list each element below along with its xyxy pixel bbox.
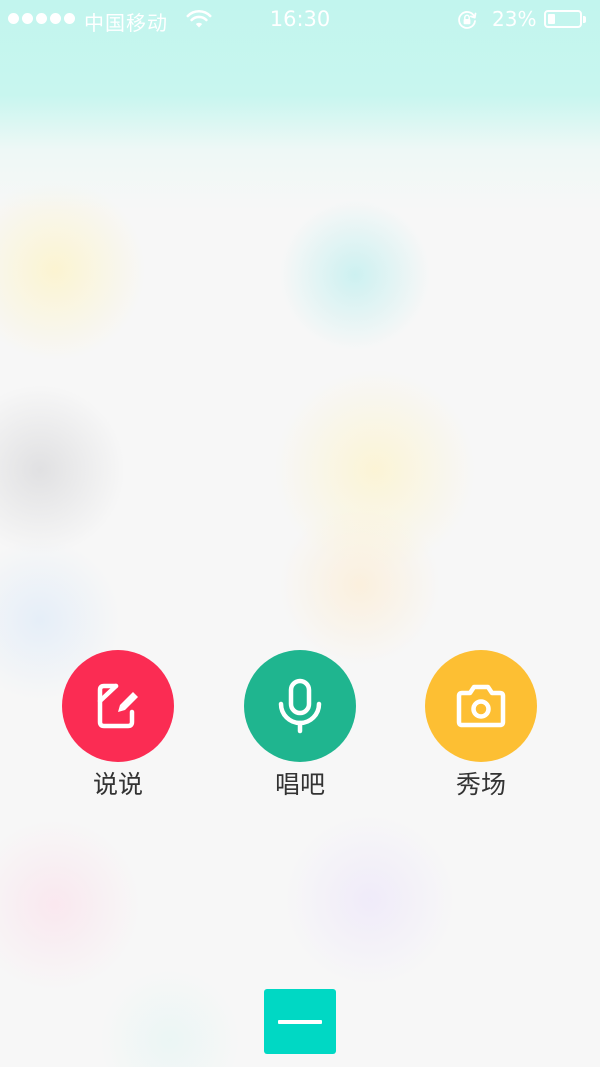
close-menu-button[interactable] [264, 989, 336, 1054]
battery-level-fill [548, 14, 555, 24]
changba-label: 唱吧 [274, 770, 325, 799]
action-changba[interactable]: 唱吧 [244, 650, 356, 800]
shuoshuo-label: 说说 [92, 770, 143, 799]
battery-percent: 23% [492, 7, 537, 31]
rotation-lock-icon [458, 11, 477, 29]
minus-icon [278, 1019, 322, 1024]
camera-icon [456, 684, 506, 728]
action-xiuchang[interactable]: 秀场 [425, 650, 537, 800]
status-bar: 中国移动 16:30 23% [0, 0, 600, 40]
blurred-background [0, 0, 600, 1067]
changba-button[interactable] [244, 650, 356, 762]
microphone-icon [278, 678, 322, 734]
action-shuoshuo[interactable]: 说说 [62, 650, 174, 800]
xiuchang-label: 秀场 [455, 770, 506, 799]
battery-icon [544, 10, 586, 28]
shuoshuo-button[interactable] [62, 650, 174, 762]
edit-note-icon [97, 683, 138, 729]
xiuchang-button[interactable] [425, 650, 537, 762]
